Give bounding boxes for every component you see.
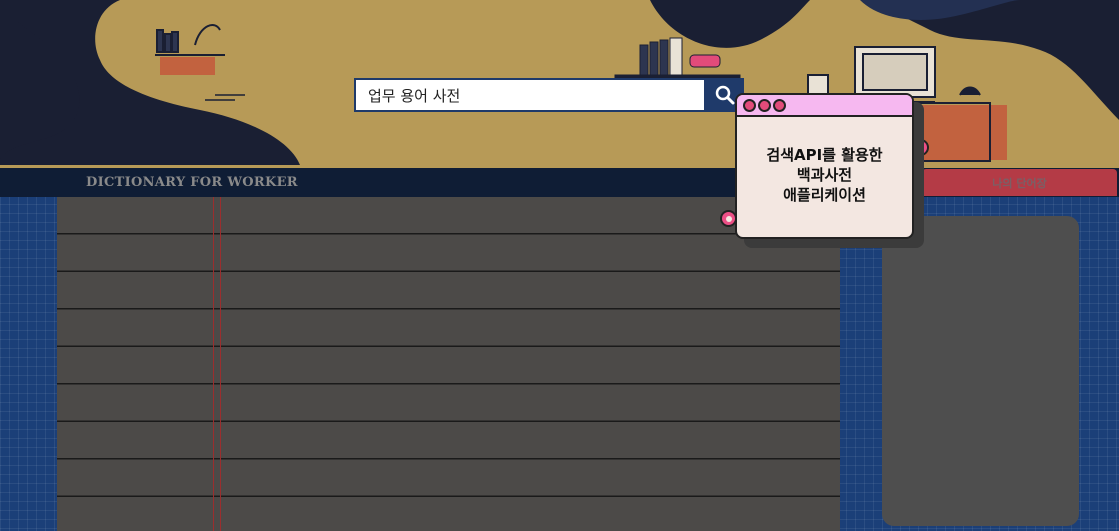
search-input[interactable] <box>356 80 704 110</box>
popup-title-bar <box>737 95 912 117</box>
notepad-margin-line <box>220 197 221 531</box>
brand-title: DICTIONARY FOR WORKER <box>86 175 298 190</box>
window-dot-icon <box>743 99 756 112</box>
vocabulary-list-panel <box>882 216 1079 526</box>
popup-line: 검색API를 활용한 <box>766 146 883 164</box>
window-dot-icon <box>758 99 771 112</box>
popup-message: 검색API를 활용한 백과사전 애플리케이션 <box>737 145 912 205</box>
intro-popup-window: 검색API를 활용한 백과사전 애플리케이션 <box>735 93 914 239</box>
notepad-margin-line <box>213 197 214 531</box>
tab-vocabulary-label: 나의 단어장 <box>992 177 1047 190</box>
tab-vocabulary[interactable]: 나의 단어장 <box>922 169 1117 196</box>
board-area: DICTIONARY FOR WORKER 나의 단어장 <box>0 168 1119 531</box>
popup-line: 애플리케이션 <box>783 186 866 204</box>
popup-line: 백과사전 <box>796 166 853 184</box>
search-icon <box>715 85 735 105</box>
search-field[interactable] <box>354 78 706 112</box>
window-dot-icon <box>773 99 786 112</box>
board-header-strip: DICTIONARY FOR WORKER 나의 단어장 <box>0 168 1119 197</box>
result-notepad <box>57 197 840 531</box>
shelf-illustration <box>155 24 245 101</box>
